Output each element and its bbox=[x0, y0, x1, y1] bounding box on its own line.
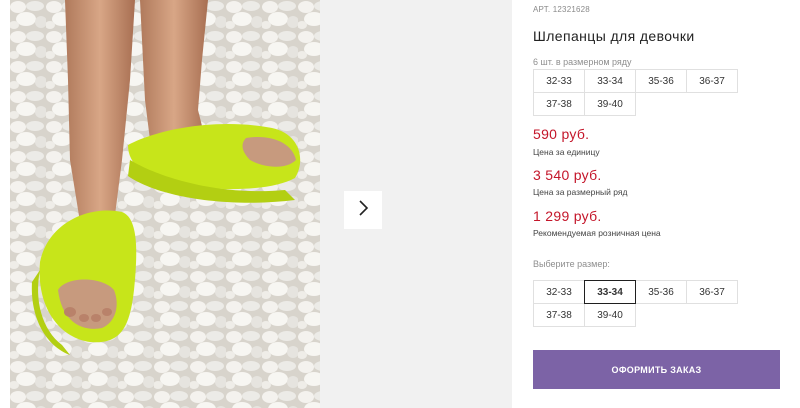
unit-price-caption: Цена за единицу bbox=[533, 147, 600, 157]
gallery-next-button[interactable] bbox=[344, 191, 382, 229]
article-number: АРТ. 12321628 bbox=[533, 5, 590, 14]
size-picker: 32-33 33-34 35-36 36-37 37-38 39-40 bbox=[533, 280, 738, 327]
product-page: АРТ. 12321628 Шлепанцы для девочки 6 шт.… bbox=[0, 0, 800, 408]
retail-price-caption: Рекомендуемая розничная цена bbox=[533, 228, 661, 238]
pack-price: 3 540 руб. bbox=[533, 167, 602, 183]
product-photo bbox=[10, 0, 320, 408]
unit-price: 590 руб. bbox=[533, 126, 590, 142]
pack-price-caption: Цена за размерный ряд bbox=[533, 187, 628, 197]
pack-size-cell: 33-34 bbox=[585, 70, 636, 93]
size-option[interactable]: 39-40 bbox=[585, 304, 636, 327]
size-option[interactable]: 32-33 bbox=[534, 281, 585, 304]
pack-note: 6 шт. в размерном ряду bbox=[533, 57, 632, 67]
size-option[interactable]: 37-38 bbox=[534, 304, 585, 327]
chevron-right-icon bbox=[357, 199, 369, 221]
product-gallery bbox=[0, 0, 512, 408]
product-title: Шлепанцы для девочки bbox=[533, 28, 695, 44]
pack-size-grid: 32-33 33-34 35-36 36-37 37-38 39-40 bbox=[533, 69, 738, 116]
retail-price: 1 299 руб. bbox=[533, 208, 602, 224]
pack-size-cell: 39-40 bbox=[585, 93, 636, 116]
size-picker-label: Выберите размер: bbox=[533, 259, 610, 269]
pack-size-cell: 35-36 bbox=[636, 70, 687, 93]
size-option[interactable]: 35-36 bbox=[636, 281, 687, 304]
size-option-selected[interactable]: 33-34 bbox=[584, 280, 636, 304]
pack-size-cell: 36-37 bbox=[687, 70, 738, 93]
order-button[interactable]: ОФОРМИТЬ ЗАКАЗ bbox=[533, 350, 780, 389]
pack-size-cell: 32-33 bbox=[534, 70, 585, 93]
size-option[interactable]: 36-37 bbox=[687, 281, 738, 304]
pack-size-cell: 37-38 bbox=[534, 93, 585, 116]
